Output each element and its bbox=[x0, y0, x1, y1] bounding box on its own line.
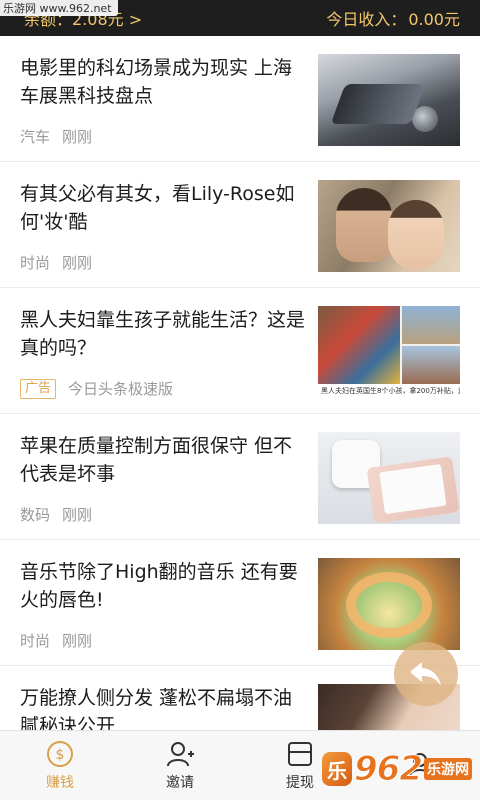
today-income: 今日收入： 0.00元 bbox=[326, 6, 460, 30]
thumbnail-caption: 黑人夫妇在英国生8个小孩，拿200万补贴，还换免费房子! bbox=[318, 384, 460, 398]
watermark-text: 乐游网 www.962.net bbox=[3, 2, 112, 15]
site-watermark-top: 乐游网 www.962.net bbox=[0, 0, 118, 16]
watermark-number: 962 bbox=[354, 749, 424, 790]
news-time: 刚刚 bbox=[62, 506, 93, 524]
news-time: 刚刚 bbox=[62, 254, 93, 272]
tab-label: 赚钱 bbox=[46, 774, 74, 791]
svg-text:$: $ bbox=[56, 747, 65, 763]
tab-earn[interactable]: $ 赚钱 bbox=[0, 731, 120, 800]
ad-source: 今日头条极速版 bbox=[68, 380, 174, 398]
tab-label: 邀请 bbox=[166, 774, 194, 791]
ad-item[interactable]: 黑人夫妇靠生孩子就能生活？这是真的吗？ 广告 今日头条极速版 黑人夫妇在英国生8… bbox=[0, 288, 480, 414]
news-meta: 数码 刚刚 bbox=[20, 504, 92, 525]
site-watermark-bottom: 乐 962 乐游网 bbox=[322, 744, 478, 794]
coin-icon: $ bbox=[46, 740, 74, 768]
news-category: 汽车 bbox=[20, 128, 51, 146]
back-arrow-button[interactable] bbox=[394, 642, 458, 706]
news-title: 电影里的科幻场景成为现实 上海车展黑科技盘点 bbox=[20, 57, 293, 107]
tab-invite[interactable]: 邀请 bbox=[120, 731, 240, 800]
news-category: 时尚 bbox=[20, 632, 51, 650]
curved-arrow-icon bbox=[410, 662, 441, 686]
add-user-icon bbox=[166, 740, 194, 768]
news-title: 黑人夫妇靠生孩子就能生活？这是真的吗？ bbox=[20, 309, 306, 359]
news-thumbnail bbox=[318, 54, 460, 146]
news-thumbnail bbox=[318, 180, 460, 272]
today-income-value: 0.00元 bbox=[408, 10, 460, 29]
news-thumbnail bbox=[318, 432, 460, 524]
news-title: 苹果在质量控制方面很保守 但不代表是坏事 bbox=[20, 435, 293, 485]
news-category: 数码 bbox=[20, 506, 51, 524]
news-item[interactable]: 电影里的科幻场景成为现实 上海车展黑科技盘点 汽车 刚刚 bbox=[0, 36, 480, 162]
news-feed[interactable]: 电影里的科幻场景成为现实 上海车展黑科技盘点 汽车 刚刚 有其父必有其女，看Li… bbox=[0, 36, 480, 730]
news-title: 音乐节除了High翻的音乐 还有要火的唇色! bbox=[20, 561, 298, 611]
today-income-label: 今日收入： bbox=[326, 10, 407, 29]
news-time: 刚刚 bbox=[62, 632, 93, 650]
site-logo-icon: 乐 bbox=[322, 752, 352, 786]
news-time: 刚刚 bbox=[62, 128, 93, 146]
news-item[interactable]: 有其父必有其女，看Lily-Rose如何'妆'酷 时尚 刚刚 bbox=[0, 162, 480, 288]
news-meta: 时尚 刚刚 bbox=[20, 630, 92, 651]
watermark-site: 乐游网 bbox=[423, 758, 472, 780]
ad-badge: 广告 bbox=[20, 378, 57, 399]
card-icon bbox=[286, 740, 314, 768]
news-title: 有其父必有其女，看Lily-Rose如何'妆'酷 bbox=[20, 183, 295, 233]
news-thumbnail bbox=[318, 558, 460, 650]
news-category: 时尚 bbox=[20, 254, 51, 272]
tab-label: 提现 bbox=[286, 774, 314, 791]
news-title: 万能撩人侧分发 蓬松不扁塌不油腻秘诀公开 bbox=[20, 687, 293, 730]
news-meta: 时尚 刚刚 bbox=[20, 252, 92, 273]
news-thumbnail: 黑人夫妇在英国生8个小孩，拿200万补贴，还换免费房子! bbox=[318, 306, 460, 398]
news-meta: 广告 今日头条极速版 bbox=[20, 378, 173, 399]
news-meta: 汽车 刚刚 bbox=[20, 126, 92, 147]
news-item[interactable]: 苹果在质量控制方面很保守 但不代表是坏事 数码 刚刚 bbox=[0, 414, 480, 540]
